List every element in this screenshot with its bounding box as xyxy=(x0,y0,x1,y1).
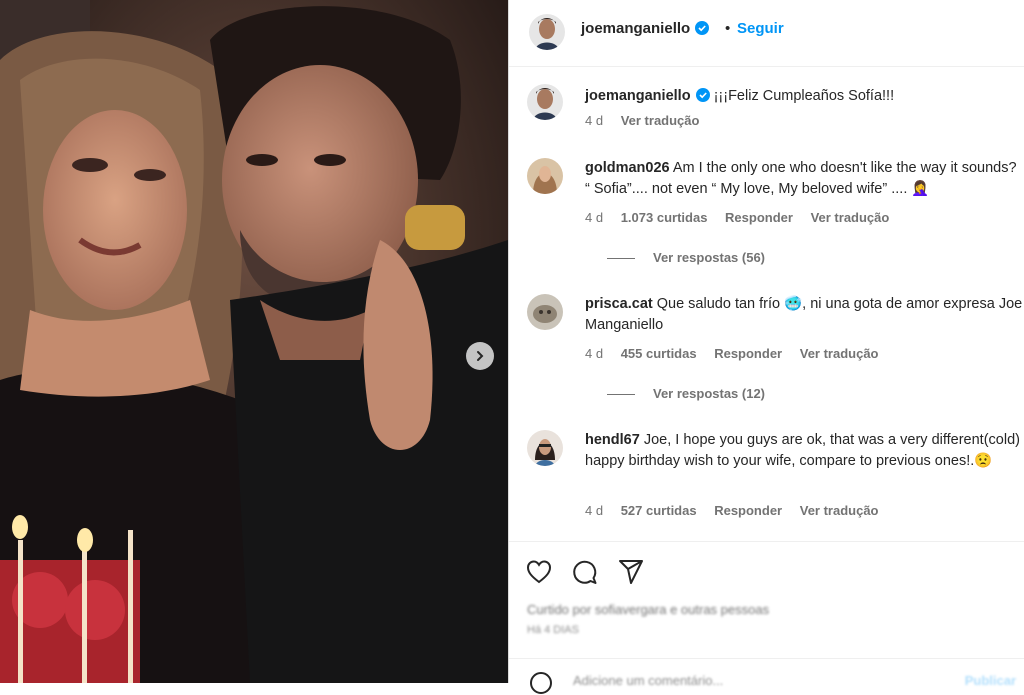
comment-text-row: hendl67 Joe, I hope you guys are ok, tha… xyxy=(585,430,1024,472)
comment-meta: 4 d 527 curtidas Responder Ver tradução xyxy=(585,503,893,518)
header-separator: • xyxy=(725,20,731,37)
photo-illustration xyxy=(0,0,508,683)
commenter-avatar[interactable] xyxy=(527,294,563,330)
caption-avatar[interactable] xyxy=(527,84,563,120)
commenter-avatar[interactable] xyxy=(527,158,563,194)
author-avatar[interactable] xyxy=(529,14,565,50)
avatar-image xyxy=(527,294,563,330)
share-icon[interactable] xyxy=(617,558,645,586)
reply-button[interactable]: Responder xyxy=(714,503,782,518)
emoji-icon[interactable] xyxy=(529,671,553,695)
comment-age: 4 d xyxy=(585,346,604,361)
comment-age: 4 d xyxy=(585,210,604,225)
post-caption: joemanganiello ¡¡¡Feliz Cumpleaños Sofía… xyxy=(527,84,1017,134)
post-timestamp: Há 4 DIAS xyxy=(527,624,579,636)
replies-divider xyxy=(607,258,635,260)
translate-link[interactable]: Ver tradução xyxy=(800,346,879,361)
caption-text: ¡¡¡Feliz Cumpleaños Sofía!!! xyxy=(713,88,895,104)
commenter-avatar[interactable] xyxy=(527,430,563,466)
verified-icon xyxy=(695,21,710,35)
comment-text-row: goldman026 Am I the only one who doesn't… xyxy=(585,158,1024,200)
view-replies-link[interactable]: Ver respostas (56) xyxy=(607,250,765,265)
comment-text-row: prisca.cat Que saludo tan frío 🥶, ni una… xyxy=(585,294,1024,336)
comment-username[interactable]: hendl67 xyxy=(585,432,640,448)
comment-item: hendl67 Joe, I hope you guys are ok, tha… xyxy=(527,430,1020,520)
comment-item: goldman026 Am I the only one who doesn't… xyxy=(527,158,1017,268)
post-photo[interactable] xyxy=(0,0,508,683)
comment-age: 4 d xyxy=(585,503,604,518)
post-header: joemanganiello • Seguir xyxy=(509,0,1024,67)
caption-translate-link[interactable]: Ver tradução xyxy=(621,113,700,128)
chevron-right-icon xyxy=(477,351,484,361)
liked-by-text[interactable]: Curtido por sofiavergara e outras pessoa… xyxy=(527,602,769,617)
comment-meta: 4 d 455 curtidas Responder Ver tradução xyxy=(585,346,893,361)
view-replies-text[interactable]: Ver respostas (56) xyxy=(653,250,765,265)
author-username[interactable]: joemanganiello xyxy=(581,20,710,37)
caption-meta: 4 d Ver tradução xyxy=(585,113,713,128)
comment-meta: 4 d 1.073 curtidas Responder Ver traduçã… xyxy=(585,210,903,225)
next-photo-button[interactable] xyxy=(466,342,494,370)
comment-text: Joe, I hope you guys are ok, that was a … xyxy=(585,432,1020,469)
post-details-panel: joemanganiello • Seguir joemanganiello ¡… xyxy=(508,0,1024,694)
comment-likes[interactable]: 455 curtidas xyxy=(621,346,697,361)
post-comment-button[interactable]: Publicar xyxy=(965,673,1016,688)
heart-icon[interactable] xyxy=(525,558,553,586)
author-username-text[interactable]: joemanganiello xyxy=(581,20,690,37)
comment-username[interactable]: prisca.cat xyxy=(585,296,653,312)
reply-button[interactable]: Responder xyxy=(714,346,782,361)
translate-link[interactable]: Ver tradução xyxy=(811,210,890,225)
follow-button[interactable]: Seguir xyxy=(737,20,784,37)
post-actions-section: Curtido por sofiavergara e outras pessoa… xyxy=(509,541,1024,694)
add-comment-bar: Adicione um comentário... Publicar xyxy=(509,658,1024,694)
avatar-image xyxy=(529,14,565,50)
comment-likes[interactable]: 1.073 curtidas xyxy=(621,210,708,225)
comment-username[interactable]: goldman026 xyxy=(585,160,670,176)
comment-item: prisca.cat Que saludo tan frío 🥶, ni una… xyxy=(527,294,1022,404)
verified-icon xyxy=(695,88,710,102)
avatar-image xyxy=(527,158,563,194)
reply-button[interactable]: Responder xyxy=(725,210,793,225)
caption-username[interactable]: joemanganiello xyxy=(585,88,691,104)
caption-text-row: joemanganiello ¡¡¡Feliz Cumpleaños Sofía… xyxy=(585,86,1024,107)
add-comment-input[interactable]: Adicione um comentário... xyxy=(573,673,723,688)
translate-link[interactable]: Ver tradução xyxy=(800,503,879,518)
caption-age: 4 d xyxy=(585,113,604,128)
comment-likes[interactable]: 527 curtidas xyxy=(621,503,697,518)
view-replies-link[interactable]: Ver respostas (12) xyxy=(607,386,765,401)
replies-divider xyxy=(607,394,635,396)
comment-icon[interactable] xyxy=(571,558,599,586)
avatar-image xyxy=(527,430,563,466)
avatar-image xyxy=(527,84,563,120)
view-replies-text[interactable]: Ver respostas (12) xyxy=(653,386,765,401)
